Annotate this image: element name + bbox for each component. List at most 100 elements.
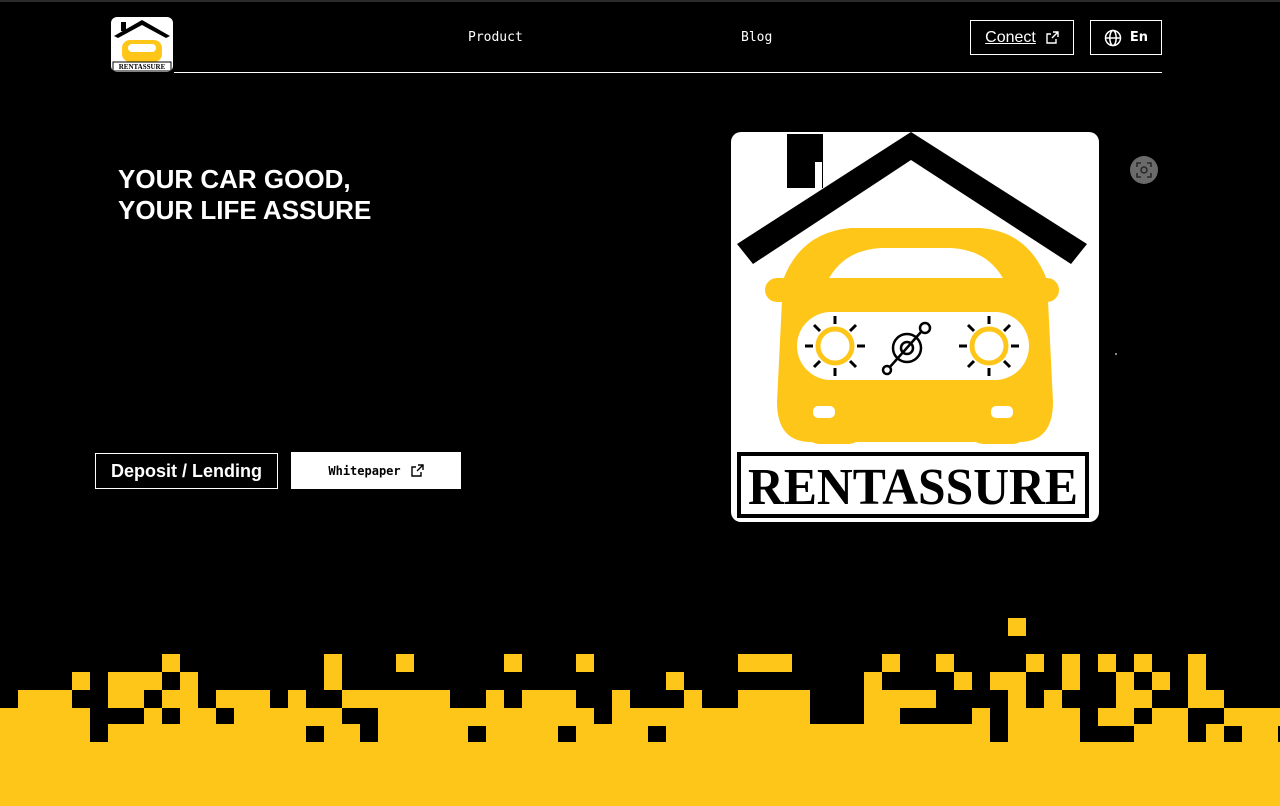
pixel-block (540, 724, 558, 742)
pixel-block (162, 654, 180, 672)
pixel-block (666, 724, 684, 742)
top-border (0, 0, 1280, 2)
pixel-block (72, 708, 90, 726)
pixel-block (558, 708, 576, 726)
language-selector[interactable]: En (1090, 20, 1162, 55)
whitepaper-button[interactable]: Whitepaper (291, 452, 461, 489)
pixel-block (1242, 724, 1260, 742)
pixel-block (1062, 672, 1080, 690)
pixel-block (1152, 724, 1170, 742)
pixel-block (486, 724, 504, 742)
pixel-block (864, 724, 882, 742)
pixel-block (486, 690, 504, 708)
pixel-block (1188, 690, 1206, 708)
pixel-block (666, 708, 684, 726)
connect-button[interactable]: Conect (970, 20, 1074, 55)
pixel-block (630, 708, 648, 726)
pixel-block (1008, 690, 1026, 708)
pixel-block (18, 724, 36, 742)
scan-icon (1136, 162, 1152, 178)
pixel-block (720, 708, 738, 726)
pixel-block (864, 672, 882, 690)
pixel-block (738, 724, 756, 742)
nav-blog[interactable]: Blog (741, 30, 772, 45)
pixel-block (756, 724, 774, 742)
pixel-block (990, 672, 1008, 690)
nav-product[interactable]: Product (468, 30, 523, 45)
pixel-block (450, 708, 468, 726)
pixel-block (162, 724, 180, 742)
pixel-block (648, 708, 666, 726)
pixel-block (54, 724, 72, 742)
pixel-block (162, 690, 180, 708)
pixel-block (540, 708, 558, 726)
deposit-lending-label: Deposit / Lending (111, 460, 262, 481)
pixel-block (72, 724, 90, 742)
pixel-block (288, 690, 306, 708)
pixel-block (450, 724, 468, 742)
pixel-block (1206, 724, 1224, 742)
pixel-block (1008, 672, 1026, 690)
pixel-block (792, 724, 810, 742)
pixel-block (1026, 708, 1044, 726)
pixel-block (378, 708, 396, 726)
pixel-block (576, 654, 594, 672)
pixel-block (396, 724, 414, 742)
pixel-block (1116, 690, 1134, 708)
pixel-block (270, 708, 288, 726)
pixel-block (486, 708, 504, 726)
pixel-block (612, 724, 630, 742)
language-label: En (1129, 30, 1149, 45)
pixel-block (684, 708, 702, 726)
pixel-block (558, 690, 576, 708)
external-link-icon (1046, 31, 1059, 44)
pixel-block (378, 724, 396, 742)
pixel-block (1170, 724, 1188, 742)
pixel-block (144, 724, 162, 742)
pixel-block (108, 724, 126, 742)
pixel-block (432, 690, 450, 708)
pixel-block (180, 672, 198, 690)
deposit-lending-button[interactable]: Deposit / Lending (95, 453, 278, 489)
pixel-block (54, 708, 72, 726)
pixel-block (1116, 708, 1134, 726)
pixel-pattern-decoration (0, 618, 1280, 806)
pixel-block (234, 724, 252, 742)
pixel-block (1152, 672, 1170, 690)
pixel-block (774, 654, 792, 672)
pixel-block (1134, 654, 1152, 672)
pixel-block (1242, 708, 1260, 726)
pixel-block (684, 690, 702, 708)
pixel-block (72, 672, 90, 690)
pixel-block (324, 654, 342, 672)
hero-title: YOUR CAR GOOD, YOUR LIFE ASSURE (118, 164, 371, 226)
pixel-block (702, 724, 720, 742)
pixel-block (756, 708, 774, 726)
pixel-block (0, 724, 18, 742)
scan-button[interactable] (1130, 156, 1158, 184)
pixel-block (1206, 690, 1224, 708)
pixel-block (882, 724, 900, 742)
pixel-block (630, 724, 648, 742)
brand-logo[interactable]: RENTASSURE (110, 16, 174, 73)
pixel-block (288, 724, 306, 742)
pixel-block (936, 724, 954, 742)
pixel-block (126, 724, 144, 742)
pixel-block (864, 690, 882, 708)
pixel-block (738, 654, 756, 672)
pixel-block (234, 708, 252, 726)
pixel-block (324, 672, 342, 690)
pixel-block (702, 708, 720, 726)
pixel-block (36, 690, 54, 708)
pixel-block (828, 724, 846, 742)
pixel-block (270, 724, 288, 742)
pixel-block (756, 690, 774, 708)
pixel-block (1260, 708, 1278, 726)
pixel-block (180, 724, 198, 742)
pixel-block (972, 708, 990, 726)
whitepaper-label: Whitepaper (328, 463, 401, 478)
pixel-block (1134, 690, 1152, 708)
pixel-block (810, 724, 828, 742)
pixel-block (918, 724, 936, 742)
pixel-block (738, 708, 756, 726)
